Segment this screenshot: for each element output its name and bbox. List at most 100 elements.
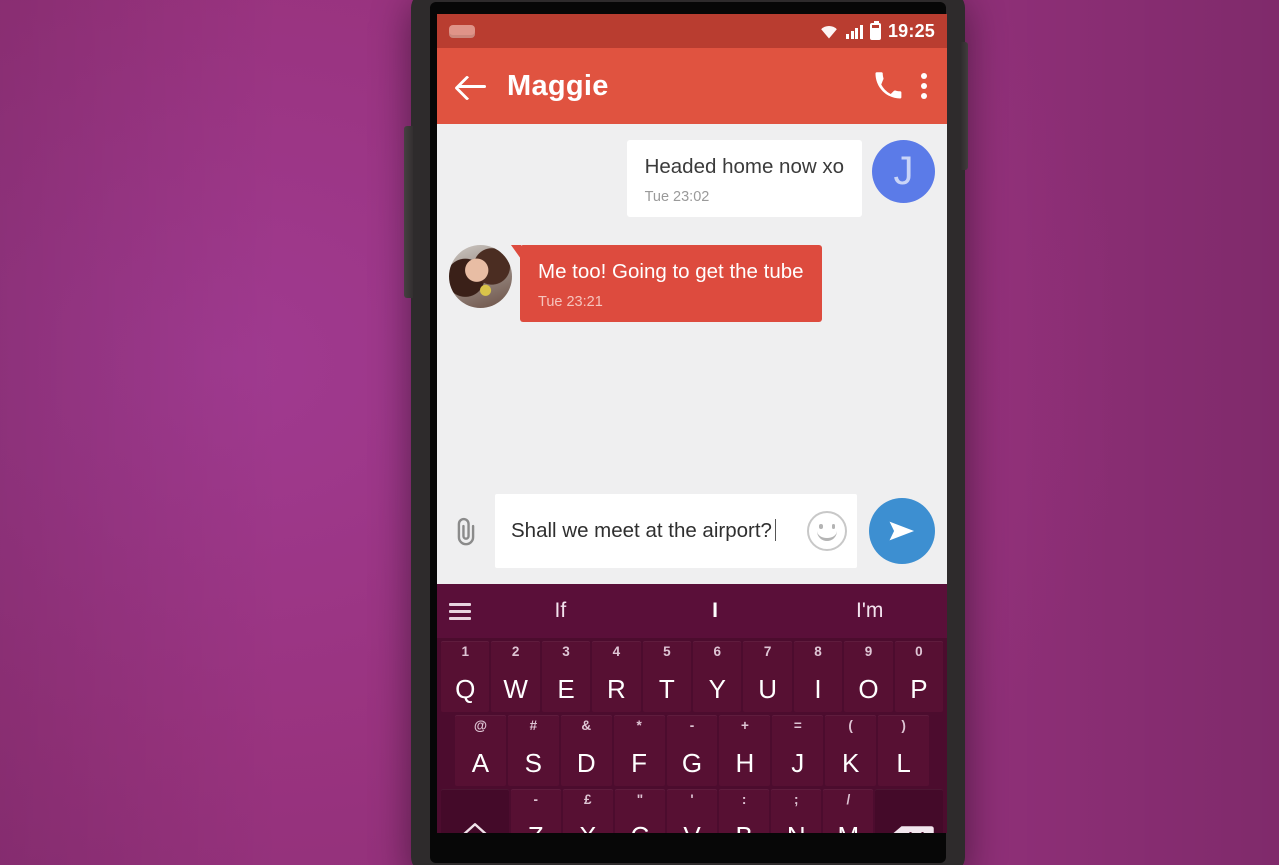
conversation-list[interactable]: Headed home now xo Tue 23:02 J Me too! G… (437, 124, 947, 484)
message-notification-icon (449, 24, 475, 38)
key-secondary-label: 0 (915, 644, 923, 659)
message-bubble[interactable]: Me too! Going to get the tube Tue 23:21 (511, 245, 822, 322)
key-n[interactable]: ;N (771, 788, 822, 833)
signal-bars-icon (846, 23, 863, 39)
message-text: Me too! Going to get the tube (538, 260, 804, 283)
prediction-candidate-1[interactable]: I (638, 599, 793, 623)
key-y[interactable]: 6Y (693, 641, 742, 712)
more-vertical-icon[interactable] (921, 71, 929, 101)
key-k[interactable]: (K (825, 714, 877, 786)
key-secondary-label: 1 (461, 644, 469, 659)
key-z[interactable]: -Z (510, 788, 561, 833)
key-g[interactable]: -G (666, 714, 718, 786)
key-label: G (681, 747, 703, 778)
key-label: H (735, 747, 755, 778)
send-button[interactable] (869, 498, 935, 564)
key-secondary-label: # (529, 717, 538, 733)
key-secondary-label: - (533, 791, 538, 807)
keyboard-keys: 1Q 2W 3E 4R 5T 6Y 7U 8I 9O 0P @ A # S & D *… (437, 638, 947, 833)
key-p[interactable]: 0P (894, 641, 944, 712)
key-b[interactable]: :B (719, 788, 770, 833)
key-q[interactable]: 1Q (441, 641, 490, 712)
key-secondary-label: 6 (713, 644, 721, 659)
key-label: D (576, 747, 596, 778)
avatar[interactable] (449, 245, 512, 308)
phone-call-icon[interactable] (873, 71, 903, 101)
key-label: U (758, 673, 778, 704)
key-label: C (631, 821, 650, 833)
key-d[interactable]: & D (560, 714, 612, 786)
key-label: S (524, 747, 542, 778)
message-timestamp: Tue 23:21 (538, 294, 603, 310)
avatar[interactable]: J (872, 140, 935, 203)
paperclip-icon[interactable] (449, 514, 483, 548)
key-w[interactable]: 2W (491, 641, 540, 712)
key-secondary-label: " (636, 791, 644, 807)
key-secondary-label: 2 (511, 644, 520, 659)
key-label: M (838, 821, 860, 833)
hamburger-menu-icon[interactable] (437, 602, 483, 620)
key-label: I (814, 673, 822, 704)
send-paper-plane-icon (889, 521, 915, 541)
key-l[interactable]: ) L (878, 714, 930, 786)
key-label: A (471, 747, 490, 778)
shift-caps-icon[interactable] (441, 788, 509, 833)
key-label: Y (708, 673, 726, 704)
key-v[interactable]: 'V (666, 788, 718, 833)
key-u[interactable]: 7U (743, 641, 792, 712)
key-i[interactable]: 8I (793, 641, 843, 712)
key-secondary-label: ' (690, 791, 694, 807)
message-text: Headed home now xo (644, 155, 844, 178)
key-label: J (791, 747, 805, 778)
key-secondary-label: 8 (814, 644, 822, 659)
key-s[interactable]: # S (507, 714, 559, 786)
back-arrow-icon[interactable] (455, 69, 489, 103)
key-r[interactable]: 4R (592, 641, 641, 712)
swiftkey-keyboard: If I I'm 1Q 2W 3E 4R 5T 6Y 7U 8I 9O 0P @… (437, 584, 947, 833)
key-label: X (579, 821, 596, 833)
status-bar: 19:25 (437, 14, 947, 48)
status-bar-left (449, 24, 819, 38)
prediction-bar: If I I'm (437, 584, 947, 638)
wifi-icon (819, 24, 839, 39)
power-button[interactable] (960, 42, 968, 170)
key-secondary-label: * (636, 717, 642, 733)
key-secondary-label: : (741, 791, 747, 807)
key-c[interactable]: "C (614, 788, 665, 833)
key-o[interactable]: 9O (844, 641, 893, 712)
message-bubble[interactable]: Headed home now xo Tue 23:02 (626, 140, 862, 217)
key-secondary-label: 7 (763, 644, 772, 659)
key-e[interactable]: 3E (541, 641, 591, 712)
key-f[interactable]: * F (613, 714, 665, 786)
message-row-incoming[interactable]: Me too! Going to get the tube Tue 23:21 (437, 245, 947, 322)
keyboard-row-asdf: @ A # S & D * F -G + H = J (K ) L (439, 714, 945, 789)
key-label: B (735, 821, 752, 833)
prediction-candidate-2[interactable]: I'm (792, 599, 947, 623)
key-t[interactable]: 5T (642, 641, 692, 712)
key-label: K (842, 747, 860, 778)
backspace-icon[interactable] (875, 788, 944, 833)
message-input-text[interactable]: Shall we meet at the airport? (511, 518, 799, 544)
key-j[interactable]: = J (772, 714, 824, 786)
key-x[interactable]: £X (562, 788, 613, 833)
key-secondary-label: 5 (663, 644, 671, 659)
key-secondary-label: + (740, 717, 749, 733)
phone-screen: 19:25 Maggie Headed home now xo Tue 23:0… (437, 14, 947, 833)
emoji-smiley-icon[interactable] (807, 511, 847, 551)
key-secondary-label: & (581, 717, 592, 733)
prediction-candidate-0[interactable]: If (483, 599, 638, 623)
key-label: Z (528, 821, 544, 833)
message-timestamp: Tue 23:02 (644, 189, 710, 205)
key-a[interactable]: @ A (455, 714, 506, 786)
key-label: E (557, 673, 575, 704)
key-label: Q (455, 673, 476, 704)
message-row-outgoing[interactable]: Headed home now xo Tue 23:02 J (437, 140, 947, 217)
message-input-field[interactable]: Shall we meet at the airport? (495, 494, 857, 568)
key-h[interactable]: + H (719, 714, 771, 786)
key-label: V (683, 821, 700, 833)
key-m[interactable]: /M (823, 788, 874, 833)
message-composer: Shall we meet at the airport? (437, 484, 947, 584)
key-label: O (858, 673, 879, 704)
key-secondary-label: 9 (864, 644, 873, 659)
volume-button[interactable] (404, 126, 413, 298)
